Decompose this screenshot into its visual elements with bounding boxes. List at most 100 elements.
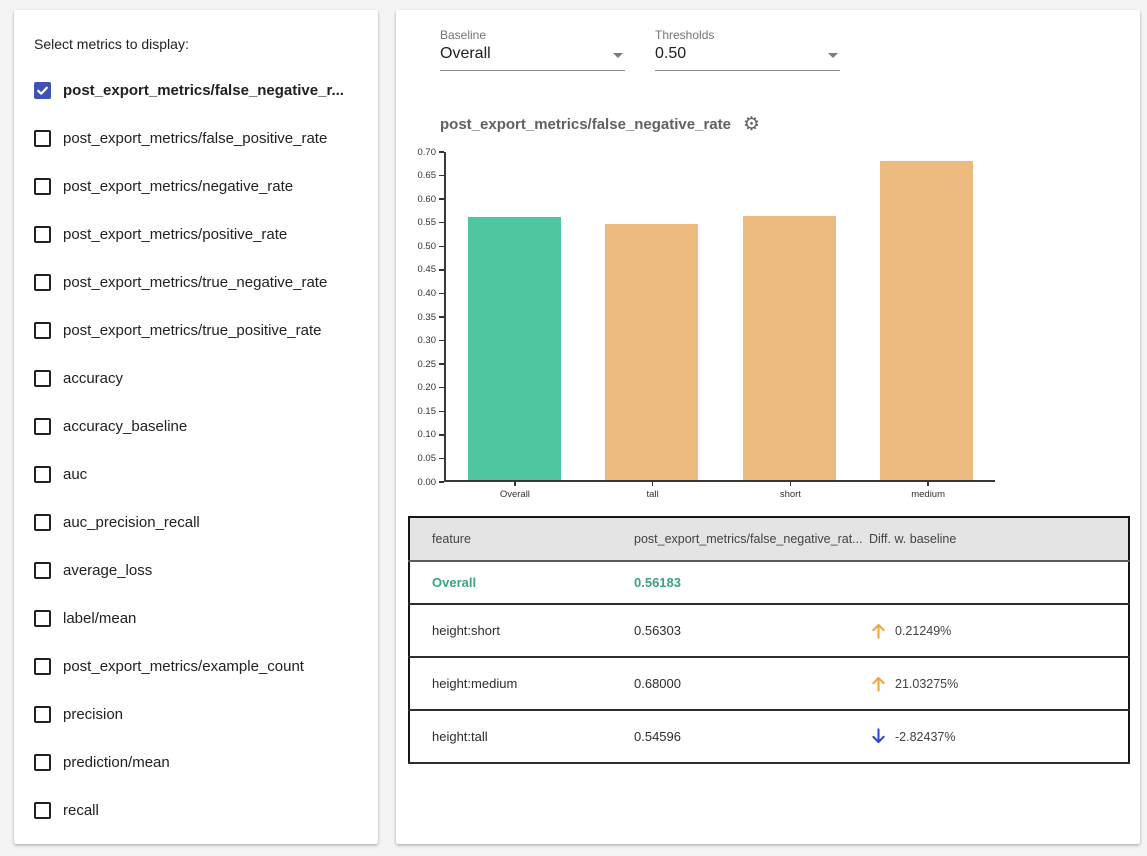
arrow-up-icon (869, 674, 888, 693)
cell-feature: height:medium (409, 657, 634, 710)
checkbox-icon[interactable] (34, 322, 51, 339)
header-diff-baseline: Diff. w. baseline (869, 517, 1129, 561)
y-axis: 0.000.050.100.150.200.250.300.350.400.45… (404, 152, 444, 482)
gear-icon[interactable]: ⚙ (743, 115, 760, 134)
cell-feature: Overall (409, 561, 634, 604)
baseline-dropdown-value: Overall (440, 45, 625, 63)
checkbox-icon[interactable] (34, 226, 51, 243)
metric-checkbox-item[interactable]: post_export_metrics/true_negative_rate (34, 258, 368, 306)
checkbox-icon[interactable] (34, 562, 51, 579)
bar-medium[interactable] (880, 161, 973, 480)
header-feature: feature (409, 517, 634, 561)
chart-title: post_export_metrics/false_negative_rate (440, 116, 731, 133)
x-axis-label-short: short (722, 482, 860, 500)
metric-label: recall (63, 802, 99, 819)
thresholds-dropdown[interactable]: Thresholds 0.50 (655, 28, 840, 71)
metric-checkbox-item[interactable]: prediction/mean (34, 738, 368, 786)
checkbox-icon[interactable] (34, 706, 51, 723)
chart-plot-area (444, 152, 995, 482)
thresholds-dropdown-value: 0.50 (655, 45, 840, 63)
cell-diff-baseline: 0.21249% (869, 604, 1129, 657)
metric-label: post_export_metrics/false_positive_rate (63, 130, 327, 147)
cell-metric-value: 0.56183 (634, 561, 869, 604)
checkbox-icon[interactable] (34, 610, 51, 627)
cell-feature: height:tall (409, 710, 634, 763)
metric-label: post_export_metrics/positive_rate (63, 226, 287, 243)
cell-metric-value: 0.56303 (634, 604, 869, 657)
metric-checkbox-item[interactable]: auc_precision_recall (34, 498, 368, 546)
x-axis-label-tall: tall (584, 482, 722, 500)
bar-Overall[interactable] (468, 217, 561, 480)
checkbox-icon[interactable] (34, 418, 51, 435)
arrow-up-icon (869, 621, 888, 640)
metric-checkbox-item[interactable]: average_loss (34, 546, 368, 594)
metric-checkbox-item[interactable]: post_export_metrics/example_count (34, 642, 368, 690)
chevron-down-icon (828, 53, 838, 58)
metric-checkbox-item[interactable]: post_export_metrics/false_negative_r... (34, 66, 368, 114)
checkbox-icon[interactable] (34, 466, 51, 483)
checkbox-icon[interactable] (34, 514, 51, 531)
metric-label: post_export_metrics/true_negative_rate (63, 274, 327, 291)
table-row[interactable]: height:short 0.56303 0.21249% (409, 604, 1129, 657)
metric-label: post_export_metrics/example_count (63, 658, 304, 675)
metrics-table-body: Overall 0.56183 height:short 0.56303 0.2… (409, 561, 1129, 763)
bar-tall[interactable] (605, 224, 698, 480)
header-metric-value: post_export_metrics/false_negative_rat..… (634, 517, 869, 561)
diff-percentage: 21.03275% (895, 677, 958, 691)
metric-checkbox-item[interactable]: label/mean (34, 594, 368, 642)
metric-checkbox-item[interactable]: post_export_metrics/positive_rate (34, 210, 368, 258)
metric-label: post_export_metrics/negative_rate (63, 178, 293, 195)
baseline-dropdown[interactable]: Baseline Overall (440, 28, 625, 71)
metric-label: average_loss (63, 562, 152, 579)
metric-picker-title: Select metrics to display: (34, 36, 368, 52)
metric-checkbox-item[interactable]: post_export_metrics/negative_rate (34, 162, 368, 210)
table-row[interactable]: Overall 0.56183 (409, 561, 1129, 604)
metric-label: prediction/mean (63, 754, 170, 771)
thresholds-dropdown-label: Thresholds (655, 28, 840, 42)
metric-label: accuracy_baseline (63, 418, 187, 435)
metric-label: auc_precision_recall (63, 514, 200, 531)
checkbox-icon[interactable] (34, 802, 51, 819)
metric-checkbox-item[interactable]: auc (34, 450, 368, 498)
bar-chart: 0.000.050.100.150.200.250.300.350.400.45… (404, 152, 1140, 482)
cell-diff-baseline: 21.03275% (869, 657, 1129, 710)
cell-metric-value: 0.68000 (634, 657, 869, 710)
x-axis-label-medium: medium (859, 482, 997, 500)
metric-label: auc (63, 466, 87, 483)
controls-row: Baseline Overall Thresholds 0.50 (396, 10, 1140, 71)
metric-picker-panel: Select metrics to display: post_export_m… (14, 10, 378, 844)
cell-metric-value: 0.54596 (634, 710, 869, 763)
fairness-results-panel: Baseline Overall Thresholds 0.50 post_ex… (396, 10, 1140, 844)
metrics-table: feature post_export_metrics/false_negati… (408, 516, 1130, 764)
checkbox-icon[interactable] (34, 178, 51, 195)
metric-checkbox-item[interactable]: accuracy_baseline (34, 402, 368, 450)
metric-label: post_export_metrics/true_positive_rate (63, 322, 321, 339)
checkbox-icon[interactable] (34, 130, 51, 147)
chevron-down-icon (613, 53, 623, 58)
metric-checkbox-item[interactable]: post_export_metrics/false_positive_rate (34, 114, 368, 162)
bar-short[interactable] (743, 216, 836, 480)
checkbox-icon[interactable] (34, 82, 51, 99)
table-row[interactable]: height:tall 0.54596 -2.82437% (409, 710, 1129, 763)
metric-label: label/mean (63, 610, 136, 627)
checkbox-icon[interactable] (34, 370, 51, 387)
checkbox-icon[interactable] (34, 658, 51, 675)
checkbox-icon[interactable] (34, 274, 51, 291)
metric-checkbox-item[interactable]: post_export_metrics/true_positive_rate (34, 306, 368, 354)
checkbox-icon[interactable] (34, 754, 51, 771)
metric-label: post_export_metrics/false_negative_r... (63, 82, 344, 99)
x-axis-label-Overall: Overall (446, 482, 584, 500)
metric-checkbox-item[interactable]: accuracy (34, 354, 368, 402)
table-header-row: feature post_export_metrics/false_negati… (409, 517, 1129, 561)
x-axis: Overalltallshortmedium (446, 482, 997, 500)
cell-diff-baseline (869, 561, 1129, 604)
diff-percentage: -2.82437% (895, 730, 955, 744)
diff-percentage: 0.21249% (895, 624, 951, 638)
metrics-list: post_export_metrics/false_negative_r... … (34, 66, 368, 834)
metric-checkbox-item[interactable]: precision (34, 690, 368, 738)
metric-label: precision (63, 706, 123, 723)
metric-checkbox-item[interactable]: recall (34, 786, 368, 834)
cell-feature: height:short (409, 604, 634, 657)
metric-label: accuracy (63, 370, 123, 387)
table-row[interactable]: height:medium 0.68000 21.03275% (409, 657, 1129, 710)
